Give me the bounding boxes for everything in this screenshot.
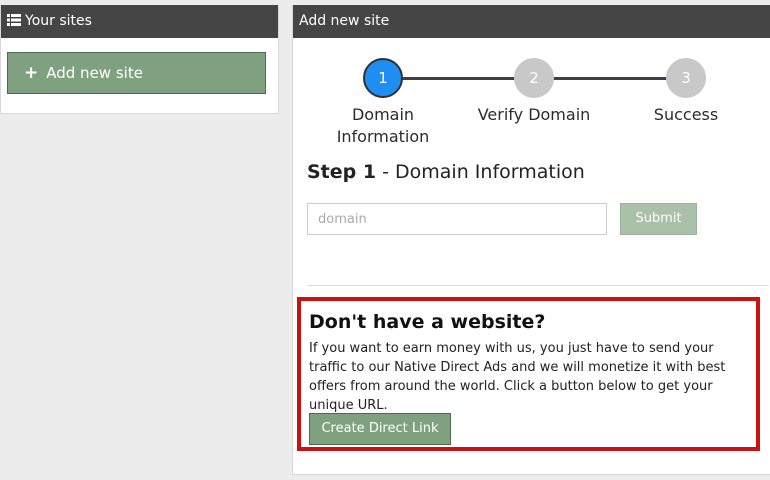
step-2-number: 2 <box>529 69 539 87</box>
add-new-site-panel: Add new site 1 2 3 Domain Information Ve… <box>292 5 770 475</box>
step-3-circle: 3 <box>666 58 706 98</box>
add-new-site-header: Add new site <box>293 5 770 38</box>
create-direct-link-button[interactable]: Create Direct Link <box>309 413 451 445</box>
step-3-number: 3 <box>681 69 691 87</box>
step-heading-text: - Domain Information <box>376 161 585 183</box>
your-sites-panel: Your sites + Add new site <box>0 5 279 114</box>
promo-text: If you want to earn money with us, you j… <box>309 341 726 413</box>
list-icon <box>7 14 21 26</box>
plus-icon: + <box>24 63 39 83</box>
submit-button[interactable]: Submit <box>620 203 697 235</box>
step-2-label: Verify Domain <box>477 105 591 124</box>
step-3-label: Success <box>653 105 719 124</box>
step-heading-number: Step 1 <box>307 161 377 183</box>
step-2-circle: 2 <box>514 58 554 98</box>
domain-input[interactable] <box>307 203 607 235</box>
step-1-label: Domain Information <box>336 105 430 146</box>
step-heading: Step 1 - Domain Information <box>307 161 585 183</box>
your-sites-header: Your sites <box>1 5 278 38</box>
add-new-site-title: Add new site <box>299 13 390 29</box>
add-new-site-button[interactable]: + Add new site <box>7 52 266 94</box>
step-connector-2 <box>553 77 667 80</box>
promo-title: Don't have a website? <box>309 311 546 333</box>
your-sites-title: Your sites <box>25 13 92 29</box>
step-1-circle: 1 <box>363 58 403 98</box>
step-1-number: 1 <box>378 69 388 87</box>
direct-link-promo-box: Don't have a website? If you want to ear… <box>297 297 760 451</box>
stepper: 1 2 3 Domain Information Verify Domain S… <box>293 38 770 148</box>
add-new-site-label: Add new site <box>46 64 143 82</box>
divider <box>307 285 769 286</box>
step-connector-1 <box>401 77 515 80</box>
